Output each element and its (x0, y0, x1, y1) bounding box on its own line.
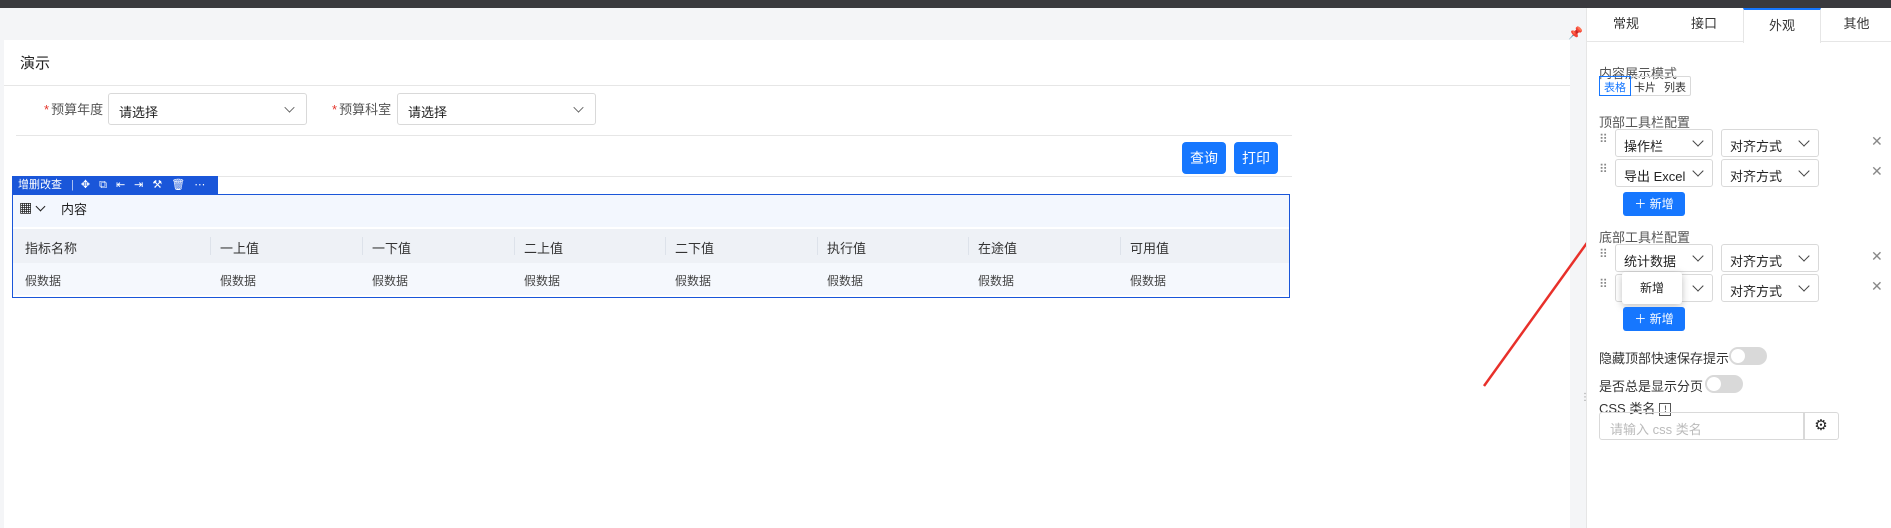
plus-icon: ＋ (1634, 312, 1650, 326)
chevron-down-icon (1692, 250, 1704, 262)
gear-icon[interactable]: ⚙ (1803, 412, 1839, 440)
properties-panel: 常规 接口 外观 其他 内容展示模式 表格 卡片 列表 顶部工具栏配置 ⠿ 操作… (1586, 8, 1891, 528)
mode-option-list[interactable]: 列表 (1660, 77, 1690, 95)
tab-other[interactable]: 其他 (1821, 8, 1891, 42)
mode-option-card[interactable]: 卡片 (1630, 77, 1660, 95)
top-toolbar-align-select[interactable]: 对齐方式 (1721, 129, 1819, 157)
bottom-toolbar-align-select[interactable]: 对齐方式 (1721, 244, 1819, 272)
bottom-toolbar-align-select[interactable]: 对齐方式 (1721, 274, 1819, 302)
top-bar (0, 0, 1891, 8)
tab-general[interactable]: 常规 (1587, 8, 1665, 42)
remove-icon[interactable]: ✕ (1871, 278, 1883, 295)
panel-tabs: 常规 接口 外观 其他 (1587, 8, 1891, 43)
arrow-shaft (1482, 242, 1586, 387)
css-class-input[interactable]: 请输入 css 类名 (1599, 412, 1805, 440)
bottom-toolbar-add-button[interactable]: ＋ 新增 (1623, 307, 1685, 331)
show-pagination-toggle[interactable] (1705, 375, 1743, 393)
chevron-down-icon (1798, 280, 1810, 292)
drag-handle-icon[interactable]: ⠿ (1599, 132, 1608, 146)
drag-handle-icon[interactable]: ⠿ (1599, 277, 1608, 291)
remove-icon[interactable]: ✕ (1871, 248, 1883, 265)
bottom-toolbar-item-select[interactable]: 统计数据 (1615, 244, 1713, 272)
remove-icon[interactable]: ✕ (1871, 163, 1883, 180)
top-toolbar-item-select[interactable]: 导出 Excel (1615, 159, 1713, 187)
chevron-down-icon (1798, 135, 1810, 147)
chevron-down-icon (1798, 165, 1810, 177)
drag-handle-icon[interactable]: ⠿ (1599, 247, 1608, 261)
chevron-down-icon (1692, 165, 1704, 177)
top-toolbar-align-select[interactable]: 对齐方式 (1721, 159, 1819, 187)
design-canvas: 演示 * 预算年度 请选择 * 预算科室 请选择 查询 打印 增删改查 | ✥ ⧉ ⇤ ⇥ ⚒ 🗑… (0, 8, 1590, 528)
top-toolbar-item-select[interactable]: 操作栏 (1615, 129, 1713, 157)
show-pagination-label: 是否总是显示分页 (1599, 379, 1704, 394)
mode-option-table[interactable]: 表格 (1599, 76, 1631, 96)
dropdown-tooltip[interactable]: 新增 (1622, 272, 1682, 304)
hide-save-tip-toggle[interactable] (1729, 347, 1767, 365)
chevron-down-icon (1692, 280, 1704, 292)
tab-appearance[interactable]: 外观 (1743, 8, 1821, 43)
hide-save-tip-label: 隐藏顶部快速保存提示 (1599, 351, 1730, 366)
plus-icon: ＋ (1634, 197, 1650, 211)
display-mode-switch: 表格 卡片 列表 (1599, 76, 1691, 96)
chevron-down-icon (1692, 135, 1704, 147)
top-toolbar-add-button[interactable]: ＋ 新增 (1623, 192, 1685, 216)
chevron-down-icon (1798, 250, 1810, 262)
pin-icon[interactable]: 📌 (1568, 26, 1583, 40)
drag-handle-icon[interactable]: ⠿ (1599, 162, 1608, 176)
annotation-arrow (1482, 242, 1586, 387)
remove-icon[interactable]: ✕ (1871, 133, 1883, 150)
tab-interface[interactable]: 接口 (1665, 8, 1743, 42)
